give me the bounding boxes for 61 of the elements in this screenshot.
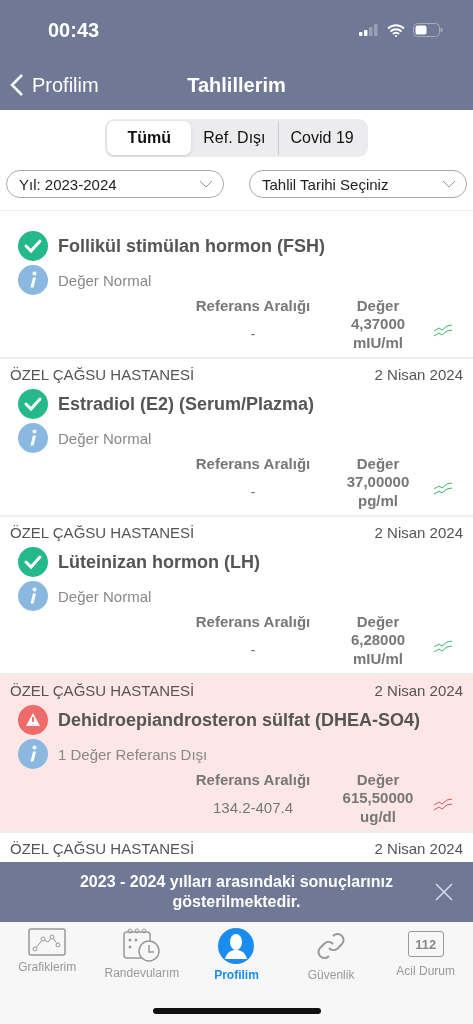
close-icon[interactable]: [435, 883, 453, 901]
back-button[interactable]: Profilim: [0, 72, 105, 98]
chevron-down-icon: [442, 180, 456, 188]
segment-tab[interactable]: Covid 19: [277, 121, 366, 155]
test-name: Lüteinizan hormon (LH): [58, 551, 260, 573]
reference-range: -: [249, 640, 257, 658]
info-icon: [18, 739, 48, 769]
calendar-clock-icon: [121, 928, 162, 962]
result-value: 37,00000 pg/ml: [345, 472, 411, 510]
segment-tab[interactable]: Tümü: [107, 121, 192, 155]
chevron-down-icon: [199, 180, 213, 188]
trend-icon[interactable]: [433, 324, 453, 338]
chevron-left-icon: [10, 73, 24, 97]
person-icon: [218, 928, 255, 964]
chart-icon: [28, 928, 67, 956]
result-note: Değer Normal: [58, 429, 152, 447]
result-note: 1 Değer Referans Dışı: [58, 745, 208, 763]
test-name: Dehidroepiandrosteron sülfat (DHEA-SO4): [58, 709, 421, 731]
result-value: 6,28000 mIU/ml: [349, 630, 407, 668]
wifi-icon: [387, 23, 405, 37]
test-name: Follikül stimülan hormon (FSH): [58, 235, 325, 257]
reference-range: -: [249, 324, 257, 342]
test-name: Estradiol (E2) (Serum/Plazma): [58, 393, 315, 415]
trend-icon[interactable]: [433, 798, 453, 812]
column-label: Değer: [355, 771, 401, 788]
result-date: 2 Nisan 2024: [374, 365, 463, 383]
result-note: Değer Normal: [58, 271, 152, 289]
result-date: 2 Nisan 2024: [374, 839, 463, 857]
result-card[interactable]: ÖZEL ÇAĞSU HASTANESİ 2 Nisan 2024 Estradiol (E2) (Serum/Plazma) Değer Normal Referans Aralığı Değer - 37,00000 pg/ml: [0, 359, 473, 517]
result-note: Değer Normal: [58, 587, 152, 605]
hospital-name: ÖZEL ÇAĞSU HASTANESİ: [10, 681, 195, 699]
reference-range: 134.2-407.4: [211, 798, 295, 816]
result-card[interactable]: ÖZEL ÇAĞSU HASTANESİ 2 Nisan 2024 Dehidroepiandrosteron sülfat (DHEA-SO4) 1 Değer Referans Dışı Referans Aralığı Değer 134.2-407.4 615,50000 ug/dl: [0, 675, 473, 833]
result-date: 2 Nisan 2024: [374, 523, 463, 541]
signal-icon: [359, 24, 379, 36]
info-icon: [18, 581, 48, 611]
page-title: Tahlillerim: [187, 73, 286, 96]
result-card[interactable]: Follikül stimülan hormon (FSH) Değer Normal Referans Aralığı Değer - 4,37000 mIU/ml: [0, 211, 473, 359]
column-label: Değer: [355, 455, 401, 472]
emergency-number: 112: [407, 931, 444, 957]
hospital-name: ÖZEL ÇAĞSU HASTANESİ: [10, 839, 195, 857]
trend-icon[interactable]: [433, 482, 453, 496]
column-label: Değer: [355, 297, 401, 314]
hospital-name: ÖZEL ÇAĞSU HASTANESİ: [10, 365, 195, 383]
result-value: 615,50000 ug/dl: [341, 788, 415, 826]
status-time: 00:43: [48, 18, 100, 42]
column-label: Referans Aralığı: [194, 455, 312, 472]
column-label: Değer: [355, 613, 401, 630]
column-label: Referans Aralığı: [194, 771, 312, 788]
result-date: 2 Nisan 2024: [374, 681, 463, 699]
info-banner-text: 2023 - 2024 yılları arasındaki sonuçlarınız gösterilmektedir.: [79, 873, 394, 910]
info-icon: [18, 423, 48, 453]
battery-icon: [413, 23, 443, 37]
hospital-name: ÖZEL ÇAĞSU HASTANESİ: [10, 523, 195, 541]
column-label: Referans Aralığı: [194, 613, 312, 630]
segment-tab[interactable]: Ref. Dışı: [191, 121, 278, 155]
column-label: Referans Aralığı: [194, 297, 312, 314]
info-icon: [18, 265, 48, 295]
reference-range: -: [249, 482, 257, 500]
result-value: 4,37000 mIU/ml: [349, 314, 407, 352]
trend-icon[interactable]: [433, 640, 453, 654]
